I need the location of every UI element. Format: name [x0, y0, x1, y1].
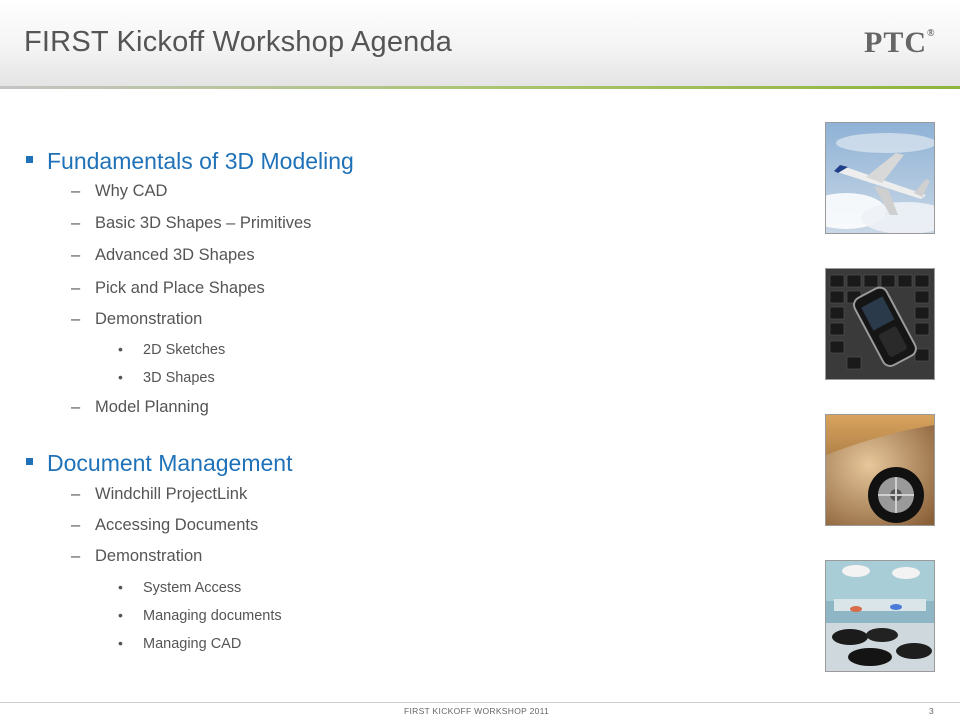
header-divider [0, 86, 960, 89]
agenda-item: – Basic 3D Shapes – Primitives [71, 214, 311, 233]
agenda-item-text: Demonstration [95, 547, 203, 565]
agenda-subitem-text: Managing CAD [143, 636, 242, 652]
registered-mark: ® [927, 28, 936, 39]
agenda-item: – Demonstration [71, 547, 202, 566]
square-bullet-icon [26, 458, 33, 466]
agenda-item-text: Windchill ProjectLink [95, 485, 248, 503]
agenda-subitem-text: 2D Sketches [143, 342, 226, 358]
agenda-subitem-text: Managing documents [143, 608, 282, 624]
dash-icon: – [71, 246, 81, 264]
slide-footer: FIRST KICKOFF WORKSHOP 2011 [404, 706, 550, 716]
ptc-logo: PTC® [864, 26, 935, 60]
agenda-item-text: Why CAD [95, 182, 168, 200]
dash-icon: – [71, 279, 81, 297]
airplane-photo [825, 122, 935, 234]
shoe-store-photo [825, 560, 935, 672]
dash-icon: – [71, 516, 81, 534]
agenda-item: – Pick and Place Shapes [71, 279, 265, 298]
agenda-subitem: • System Access [118, 579, 241, 596]
footer-divider [0, 702, 960, 703]
dash-icon: – [71, 547, 81, 565]
agenda-item-text: Accessing Documents [95, 516, 259, 534]
agenda-item: – Windchill ProjectLink [71, 485, 247, 504]
agenda-item: – Why CAD [71, 182, 167, 201]
agenda-subitem: • Managing CAD [118, 635, 241, 652]
section-heading-text: Document Management [47, 450, 293, 476]
car-photo [825, 414, 935, 526]
dash-icon: – [71, 214, 81, 232]
agenda-item: – Model Planning [71, 398, 209, 417]
section-heading-documents: Document Management [26, 450, 292, 477]
dash-icon: – [71, 398, 81, 416]
agenda-item-text: Demonstration [95, 310, 203, 328]
bullet-icon: • [118, 369, 123, 385]
agenda-item-text: Advanced 3D Shapes [95, 246, 255, 264]
agenda-item: – Accessing Documents [71, 516, 258, 535]
agenda-subitem: • Managing documents [118, 607, 282, 624]
page-number: 3 [929, 706, 934, 716]
agenda-item: – Demonstration [71, 310, 202, 329]
dash-icon: – [71, 310, 81, 328]
dash-icon: – [71, 182, 81, 200]
bullet-icon: • [118, 341, 123, 357]
agenda-subitem-text: 3D Shapes [143, 370, 215, 386]
bullet-icon: • [118, 607, 123, 623]
square-bullet-icon [26, 156, 33, 164]
logo-text: PTC [864, 26, 927, 59]
agenda-item: – Advanced 3D Shapes [71, 246, 255, 265]
agenda-item-text: Basic 3D Shapes – Primitives [95, 214, 312, 232]
bullet-icon: • [118, 635, 123, 651]
agenda-item-text: Model Planning [95, 398, 209, 416]
agenda-subitem-text: System Access [143, 580, 242, 596]
phone-keyboard-photo [825, 268, 935, 380]
bullet-icon: • [118, 579, 123, 595]
section-heading-modeling: Fundamentals of 3D Modeling [26, 148, 354, 175]
agenda-item-text: Pick and Place Shapes [95, 279, 265, 297]
agenda-subitem: • 3D Shapes [118, 369, 215, 386]
agenda-subitem: • 2D Sketches [118, 341, 225, 358]
slide-title: FIRST Kickoff Workshop Agenda [24, 26, 453, 58]
section-heading-text: Fundamentals of 3D Modeling [47, 148, 354, 174]
dash-icon: – [71, 485, 81, 503]
